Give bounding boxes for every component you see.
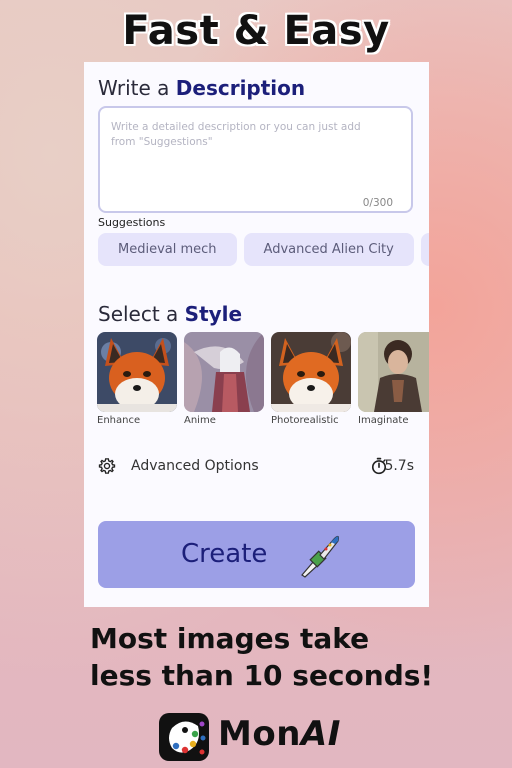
- create-button[interactable]: Create: [98, 521, 415, 588]
- fox-thumbnail: [97, 332, 177, 412]
- style-option-enhance[interactable]: Enhance: [97, 332, 177, 426]
- suggestions-row[interactable]: Medieval mech Advanced Alien City: [98, 233, 429, 267]
- suggestion-chip[interactable]: [420, 233, 429, 266]
- tagline-line-2: less than 10 seconds!: [90, 659, 434, 692]
- character-counter: 0/300: [362, 197, 393, 209]
- suggestion-chip[interactable]: Medieval mech: [98, 233, 237, 266]
- tagline-line-1: Most images take: [90, 622, 370, 655]
- advanced-options-label[interactable]: Advanced Options: [131, 458, 259, 474]
- description-placeholder: Write a detailed description or you can …: [111, 121, 361, 148]
- app-card: Write a Description Write a detailed des…: [84, 62, 429, 607]
- anime-thumbnail: [184, 332, 264, 412]
- style-carousel[interactable]: Enhance Anime Photorealistic Imaginate: [97, 332, 429, 432]
- portrait-thumbnail: [358, 332, 429, 412]
- paintbrush-icon: [301, 535, 340, 578]
- create-button-label: Create: [181, 539, 268, 569]
- description-input[interactable]: Write a detailed description or you can …: [98, 106, 413, 213]
- gear-icon[interactable]: [98, 457, 116, 475]
- style-label: Enhance: [97, 415, 141, 426]
- headline: Fast & Easy: [122, 8, 390, 54]
- style-option-imaginate[interactable]: Imaginate: [358, 332, 429, 426]
- description-title: Write a Description: [98, 76, 306, 100]
- monai-logo-icon: [159, 713, 209, 761]
- monai-logo-text: MonAI: [218, 714, 341, 754]
- style-option-anime[interactable]: Anime: [184, 332, 264, 426]
- generation-time: 5.7s: [384, 458, 414, 474]
- style-label: Anime: [184, 415, 216, 426]
- style-title: Select a Style: [98, 302, 243, 326]
- style-label: Photorealistic: [271, 415, 339, 426]
- advanced-options-row[interactable]: Advanced Options 5.7s: [98, 454, 414, 478]
- suggestion-chip[interactable]: Advanced Alien City: [243, 233, 414, 266]
- style-option-photorealistic[interactable]: Photorealistic: [271, 332, 351, 426]
- fox-thumbnail: [271, 332, 351, 412]
- tagline: Most images take less than 10 seconds!: [90, 620, 433, 694]
- suggestions-label: Suggestions: [98, 216, 166, 229]
- style-label: Imaginate: [358, 415, 409, 426]
